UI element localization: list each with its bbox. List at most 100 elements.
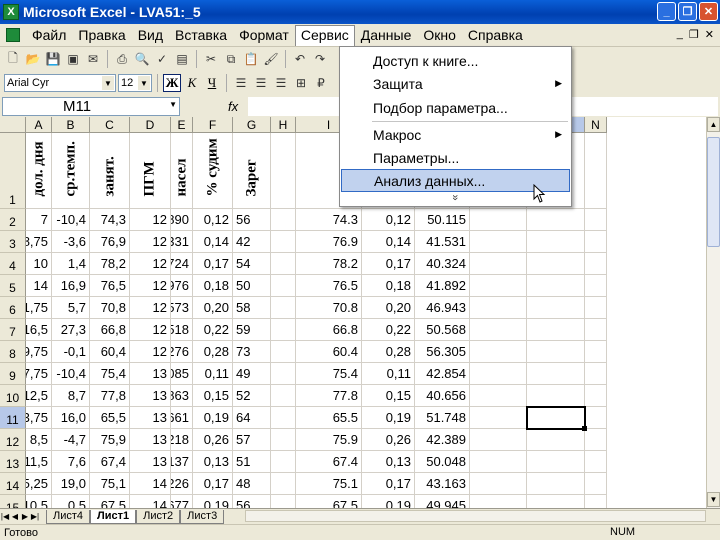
row-header[interactable]: 13 xyxy=(0,451,26,473)
data-cell[interactable]: 43.163 xyxy=(415,473,470,495)
italic-button[interactable]: К xyxy=(183,74,201,92)
sheet-tab[interactable]: Лист3 xyxy=(180,509,225,524)
menu-window[interactable]: Окно xyxy=(417,25,462,45)
data-cell[interactable]: 76,9 xyxy=(90,231,130,253)
data-cell[interactable]: 10 xyxy=(26,253,52,275)
empty-cell[interactable] xyxy=(585,495,607,508)
data-cell[interactable]: 12 xyxy=(130,275,171,297)
empty-cell[interactable] xyxy=(271,473,296,495)
menu-format[interactable]: Формат xyxy=(233,25,295,45)
data-cell[interactable]: 16,0 xyxy=(52,407,90,429)
data-cell[interactable]: 13,75 xyxy=(26,407,52,429)
empty-cell[interactable] xyxy=(527,385,585,407)
data-cell[interactable]: -0,1 xyxy=(52,341,90,363)
row-header[interactable]: 6 xyxy=(0,297,26,319)
data-cell[interactable]: 14 xyxy=(130,473,171,495)
select-all-corner[interactable] xyxy=(0,117,26,133)
empty-cell[interactable] xyxy=(527,209,585,231)
empty-cell[interactable] xyxy=(585,231,607,253)
empty-cell[interactable] xyxy=(585,473,607,495)
empty-cell[interactable] xyxy=(271,363,296,385)
empty-cell[interactable] xyxy=(470,209,527,231)
data-cell[interactable]: 0,17 xyxy=(362,473,415,495)
data-cell[interactable]: 60.4 xyxy=(296,341,362,363)
empty-cell[interactable] xyxy=(585,319,607,341)
data-cell[interactable]: 50.568 xyxy=(415,319,470,341)
menu-tools[interactable]: Сервис xyxy=(294,24,355,46)
data-cell[interactable]: 78,2 xyxy=(90,253,130,275)
expand-menu-chevron-icon[interactable]: » xyxy=(448,83,463,312)
doc-minimize-icon[interactable]: _ xyxy=(677,28,683,41)
data-cell[interactable]: 4863 xyxy=(171,385,193,407)
menu-view[interactable]: Вид xyxy=(132,25,169,45)
empty-cell[interactable] xyxy=(527,319,585,341)
data-cell[interactable]: 50.048 xyxy=(415,451,470,473)
menu-data[interactable]: Данные xyxy=(355,25,418,45)
data-cell[interactable]: 12 xyxy=(130,209,171,231)
data-cell[interactable]: 27,3 xyxy=(52,319,90,341)
data-cell[interactable]: 76.9 xyxy=(296,231,362,253)
excel-app-icon[interactable]: X xyxy=(3,4,19,20)
empty-cell[interactable] xyxy=(585,341,607,363)
column-header-g[interactable]: G xyxy=(233,117,271,133)
header-cell[interactable]: занят. xyxy=(90,133,130,209)
spelling-icon[interactable]: ✓ xyxy=(153,50,171,68)
row-header[interactable]: 14 xyxy=(0,473,26,495)
data-cell[interactable]: 67,4 xyxy=(90,451,130,473)
data-cell[interactable]: 76,5 xyxy=(90,275,130,297)
data-cell[interactable]: 59 xyxy=(233,319,271,341)
first-sheet-icon[interactable]: |◀ xyxy=(0,512,10,521)
data-cell[interactable]: 42 xyxy=(233,231,271,253)
data-cell[interactable]: 4573 xyxy=(171,297,193,319)
email-icon[interactable]: ✉ xyxy=(84,50,102,68)
data-cell[interactable]: 0,14 xyxy=(193,231,233,253)
data-cell[interactable]: 40.656 xyxy=(415,385,470,407)
empty-cell[interactable] xyxy=(527,363,585,385)
data-cell[interactable]: 56.305 xyxy=(415,341,470,363)
data-cell[interactable]: 13 xyxy=(130,363,171,385)
data-cell[interactable]: 75.4 xyxy=(296,363,362,385)
empty-cell[interactable] xyxy=(271,429,296,451)
data-cell[interactable]: 7,75 xyxy=(26,363,52,385)
empty-cell[interactable] xyxy=(470,363,527,385)
data-cell[interactable]: 0,15 xyxy=(193,385,233,407)
data-cell[interactable]: 0,11 xyxy=(193,363,233,385)
next-sheet-icon[interactable]: ▶ xyxy=(20,512,30,521)
redo-icon[interactable]: ↷ xyxy=(311,50,329,68)
print-icon[interactable]: ⎙ xyxy=(113,50,131,68)
data-cell[interactable]: 0,17 xyxy=(193,253,233,275)
header-cell[interactable]: % судим xyxy=(193,133,233,209)
data-cell[interactable]: 74,3 xyxy=(90,209,130,231)
header-cell[interactable]: Зарег xyxy=(233,133,271,209)
data-cell[interactable]: 77,8 xyxy=(90,385,130,407)
data-cell[interactable]: -10,4 xyxy=(52,209,90,231)
font-combo[interactable]: Arial Cyr ▼ xyxy=(4,74,116,92)
data-cell[interactable]: 75,9 xyxy=(90,429,130,451)
empty-cell[interactable] xyxy=(470,253,527,275)
data-cell[interactable]: 65.5 xyxy=(296,407,362,429)
data-cell[interactable]: 13 xyxy=(130,385,171,407)
permission-icon[interactable]: ▣ xyxy=(64,50,82,68)
empty-cell[interactable] xyxy=(271,209,296,231)
data-cell[interactable]: 4661 xyxy=(171,407,193,429)
data-cell[interactable]: -4,7 xyxy=(52,429,90,451)
empty-cell[interactable] xyxy=(271,297,296,319)
empty-cell[interactable] xyxy=(527,473,585,495)
empty-cell[interactable] xyxy=(527,275,585,297)
currency-icon[interactable]: ₽ xyxy=(312,74,330,92)
data-cell[interactable]: 58 xyxy=(233,297,271,319)
data-cell[interactable]: 4724 xyxy=(171,253,193,275)
data-cell[interactable]: 49 xyxy=(233,363,271,385)
data-cell[interactable]: 76.5 xyxy=(296,275,362,297)
data-cell[interactable]: 7 xyxy=(26,209,52,231)
data-cell[interactable]: 12 xyxy=(130,253,171,275)
scroll-thumb[interactable] xyxy=(707,137,720,247)
data-cell[interactable]: 65,5 xyxy=(90,407,130,429)
data-cell[interactable]: 0,26 xyxy=(362,429,415,451)
insert-function-icon[interactable]: fx xyxy=(228,99,238,114)
column-header-f[interactable]: F xyxy=(193,117,233,133)
header-cell[interactable]: ср.темп. xyxy=(52,133,90,209)
data-cell[interactable]: 3976 xyxy=(171,275,193,297)
empty-cell[interactable] xyxy=(470,407,527,429)
empty-cell[interactable] xyxy=(585,209,607,231)
